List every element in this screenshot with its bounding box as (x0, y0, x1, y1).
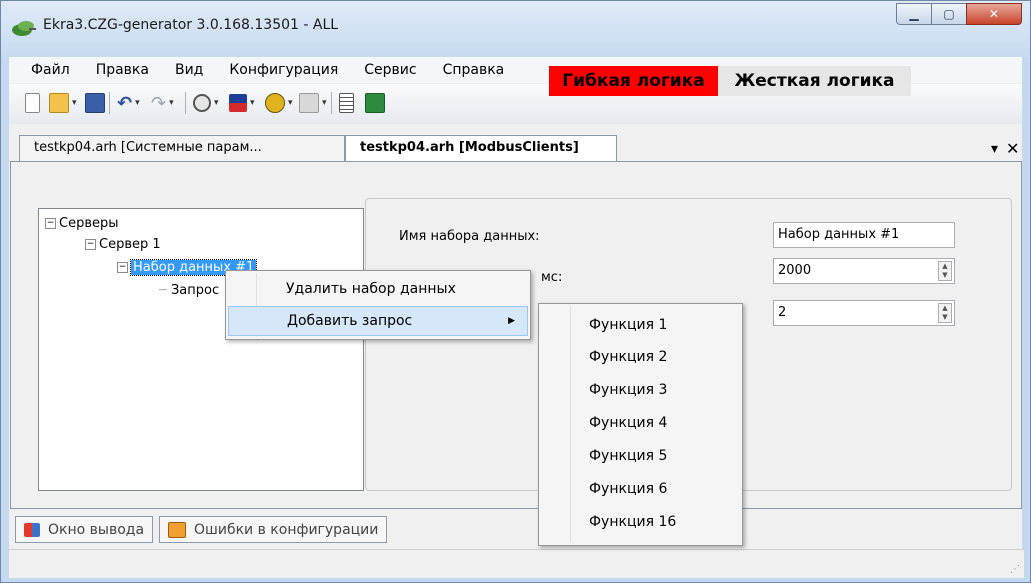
hard-logic-button[interactable]: Жесткая логика (718, 66, 911, 96)
period-label: мс: (541, 270, 563, 285)
tab-label: Ошибки в конфигурации (194, 521, 379, 538)
new-file-button[interactable] (25, 92, 40, 114)
minimize-icon: ▁ (909, 7, 919, 21)
collapse-icon[interactable]: − (85, 239, 96, 250)
tree-node-servers[interactable]: − Серверы (45, 216, 119, 231)
tree-connector: ┈ (159, 283, 171, 298)
tab-label: Окно вывода (48, 521, 145, 538)
menu-file[interactable]: Файл (31, 62, 70, 78)
menu-item-function-4[interactable]: Функция 4 (589, 415, 667, 431)
menu-item-function-6[interactable]: Функция 6 (589, 481, 667, 497)
excel-icon (365, 93, 385, 113)
menu-service[interactable]: Сервис (364, 62, 416, 78)
script-icon (299, 93, 319, 113)
open-folder-icon (49, 93, 69, 113)
menu-item-function-3[interactable]: Функция 3 (589, 382, 667, 398)
menu-item-label: Добавить запрос (287, 313, 413, 329)
tree-node-server1[interactable]: − Сервер 1 (85, 237, 161, 252)
save-button[interactable] (85, 92, 105, 114)
menu-configuration[interactable]: Конфигурация (229, 62, 338, 78)
toolbar-separator (185, 92, 186, 114)
bug-button[interactable]: ▾ (265, 92, 293, 114)
tree-node-label: Запрос (170, 283, 220, 298)
menu-view[interactable]: Вид (175, 62, 203, 78)
menu-edit[interactable]: Правка (96, 62, 149, 78)
open-button[interactable]: ▾ (49, 92, 77, 114)
menu-item-function-2[interactable]: Функция 2 (589, 349, 667, 365)
window-title: Ekra3.CZG-generator 3.0.168.13501 - ALL (43, 17, 339, 33)
dataset-name-label: Имя набора данных: (399, 229, 540, 244)
maximize-button[interactable]: ▢ (931, 3, 967, 25)
undo-icon: ↶ (117, 92, 133, 114)
collapse-icon[interactable]: − (117, 262, 128, 273)
menu-help[interactable]: Справка (443, 62, 505, 78)
menu-item-add-request[interactable]: Добавить запрос ▶ (228, 306, 528, 336)
stepper-value: 2 (778, 305, 787, 320)
app-window: Ekra3.CZG-generator 3.0.168.13501 - ALL … (0, 0, 1031, 583)
flex-logic-button[interactable]: Гибкая логика (549, 66, 718, 96)
timer-button[interactable]: ▾ (193, 92, 219, 114)
maximize-icon: ▢ (943, 7, 955, 21)
menu-item-delete-dataset[interactable]: Удалить набор данных (228, 274, 528, 304)
title-bar: Ekra3.CZG-generator 3.0.168.13501 - ALL … (1, 1, 1030, 57)
app-leaf-icon (12, 21, 36, 36)
save-icon (85, 93, 105, 113)
tab-config-errors[interactable]: Ошибки в конфигурации (159, 516, 388, 543)
new-file-icon (25, 93, 40, 113)
tab-modbus-clients[interactable]: testkp04.arh [ModbusClients] (345, 135, 617, 161)
period-value: 2000 (778, 263, 812, 278)
flag-icon (229, 94, 247, 112)
tree-node-label: Серверы (59, 216, 119, 231)
tab-system-params[interactable]: testkp04.arh [Системные парам... (19, 135, 345, 161)
script-button[interactable]: ▾ (299, 92, 327, 114)
submenu-arrow-icon: ▶ (508, 316, 515, 326)
menu-item-function-16[interactable]: Функция 16 (589, 514, 676, 530)
config-errors-icon (168, 521, 187, 538)
flag-button[interactable]: ▾ (229, 92, 255, 114)
menu-item-function-5[interactable]: Функция 5 (589, 448, 667, 464)
close-icon: ✕ (988, 7, 1000, 21)
tab-list-dropdown-icon[interactable]: ▾ (991, 141, 998, 157)
redo-button[interactable]: ↷ ▾ (151, 92, 174, 114)
submenu-functions: Функция 1 Функция 2 Функция 3 Функция 4 … (538, 303, 743, 546)
output-window-icon (24, 522, 40, 537)
context-menu: Удалить набор данных Добавить запрос ▶ (225, 270, 531, 340)
excel-button[interactable] (365, 92, 385, 114)
redo-icon: ↷ (151, 92, 167, 114)
config-tree[interactable]: − Серверы − Сервер 1 − Набор данных #1 ┈ За… (38, 208, 364, 491)
close-button[interactable]: ✕ (966, 3, 1022, 25)
dataset-name-field[interactable]: Набор данных #1 (773, 222, 955, 248)
window-controls: ▁ ▢ ✕ (896, 3, 1022, 25)
tree-node-label: Сервер 1 (99, 237, 161, 252)
bottom-tabs: Окно вывода Ошибки в конфигурации (15, 516, 393, 543)
bug-icon (265, 93, 285, 113)
collapse-icon[interactable]: − (45, 218, 56, 229)
spin-arrows-icon[interactable]: ▲ ▼ (938, 261, 952, 281)
menu-item-function-1[interactable]: Функция 1 (589, 317, 667, 333)
tab-close-icon[interactable]: ✕ (1006, 139, 1019, 158)
tree-node-request[interactable]: ┈ Запрос (159, 283, 219, 298)
undo-button[interactable]: ↶ ▾ (117, 92, 140, 114)
toolbar-separator (109, 92, 110, 114)
list-icon (339, 93, 354, 113)
timer-icon (193, 94, 211, 112)
minimize-button[interactable]: ▁ (896, 3, 932, 25)
resize-grip-icon[interactable]: ⋰ (1010, 564, 1020, 575)
status-bar: ⋰ (9, 549, 1024, 578)
menu-gutter (570, 306, 571, 543)
period-stepper[interactable]: 2000 ▲ ▼ (773, 258, 955, 284)
list-button[interactable] (339, 92, 354, 114)
tab-output-window[interactable]: Окно вывода (15, 516, 154, 543)
value-stepper[interactable]: 2 ▲ ▼ (773, 300, 955, 326)
spin-arrows-icon[interactable]: ▲ ▼ (938, 303, 952, 323)
toolbar-separator (331, 92, 332, 114)
